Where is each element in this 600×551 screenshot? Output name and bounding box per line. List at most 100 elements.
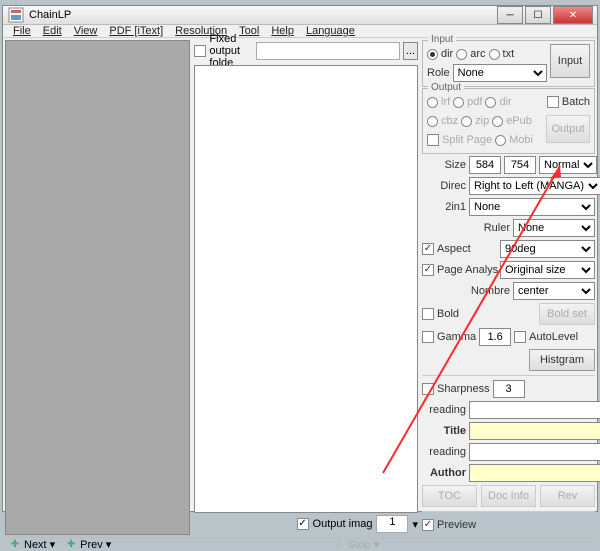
aspect-label: Aspect	[437, 243, 497, 255]
preview-checkbox[interactable]	[422, 519, 434, 531]
menu-file[interactable]: File	[13, 25, 31, 37]
direc-label: Direc	[422, 180, 466, 192]
histgram-button[interactable]: Histgram	[529, 349, 595, 371]
preview-pane[interactable]	[5, 40, 190, 535]
output-folder-input[interactable]	[256, 42, 400, 60]
split-page-checkbox	[427, 134, 439, 146]
size-mode-select[interactable]: Normal	[539, 156, 597, 174]
page-analys-select[interactable]: Original size	[500, 261, 595, 279]
out-zip-radio	[461, 116, 472, 127]
aspect-select[interactable]: 90deg	[500, 240, 595, 258]
input-group: Input dir arc txt Role None Input	[422, 40, 595, 87]
menu-edit[interactable]: Edit	[43, 25, 62, 37]
input-arc-radio[interactable]	[456, 49, 467, 60]
gamma-checkbox[interactable]	[422, 331, 434, 343]
stop-label: Stop	[348, 539, 371, 551]
sharpness-value[interactable]	[493, 380, 525, 398]
content-area: Fixed output folde ... Output imag 1 ▾ I…	[3, 38, 597, 537]
chevron-down-icon: ▾	[50, 538, 56, 551]
out-pdf-label: pdf	[467, 96, 482, 108]
page-analys-label: Page Analys	[437, 264, 497, 276]
output-image-checkbox[interactable]	[297, 518, 309, 530]
menubar: File Edit View PDF [iText] Resolution To…	[3, 25, 597, 38]
file-list[interactable]	[194, 65, 418, 513]
output-legend: Output	[428, 82, 464, 93]
next-nav[interactable]: ✚Next▾	[9, 538, 55, 551]
app-window: ChainLP ─ ☐ ✕ File Edit View PDF [iText]…	[2, 5, 598, 512]
reading1-input[interactable]	[469, 401, 600, 419]
autolevel-label: AutoLevel	[529, 331, 578, 343]
size-height[interactable]	[504, 156, 536, 174]
role-select[interactable]: None	[453, 64, 547, 82]
reading1-label: reading	[422, 404, 466, 416]
output-image-label: Output imag	[313, 518, 373, 530]
input-dir-radio[interactable]	[427, 49, 438, 60]
nombre-select[interactable]: center	[513, 282, 595, 300]
out-cbz-label: cbz	[441, 115, 458, 127]
gamma-label: Gamma	[437, 331, 476, 343]
ruler-label: Ruler	[466, 222, 510, 234]
batch-label: Batch	[562, 96, 590, 108]
fixed-output-label: Fixed output folde	[209, 33, 253, 69]
split-page-label: Split Page	[442, 134, 492, 146]
toc-button: TOC	[422, 485, 477, 507]
fixed-output-checkbox[interactable]	[194, 45, 206, 57]
menu-pdf[interactable]: PDF [iText]	[109, 25, 163, 37]
out-mobi-radio	[495, 135, 506, 146]
reading2-label: reading	[422, 446, 466, 458]
role-label: Role	[427, 67, 450, 79]
2in1-select[interactable]: None	[469, 198, 595, 216]
bold-set-button: Bold set	[539, 303, 595, 325]
author-input[interactable]	[469, 464, 600, 482]
out-epub-radio	[492, 116, 503, 127]
out-lrf-label: lrf	[441, 96, 450, 108]
stop-icon: ○	[333, 539, 345, 551]
close-button[interactable]: ✕	[553, 6, 593, 24]
out-epub-label: ePub	[506, 115, 532, 127]
chevron-down-icon[interactable]: ▾	[412, 518, 418, 531]
menu-view[interactable]: View	[74, 25, 98, 37]
out-lrf-radio	[427, 97, 438, 108]
input-legend: Input	[428, 34, 456, 45]
maximize-button[interactable]: ☐	[525, 6, 551, 24]
stop-nav: ○Stop▾	[333, 538, 379, 551]
menu-help[interactable]: Help	[271, 25, 294, 37]
next-label: Next	[24, 539, 47, 551]
bold-checkbox[interactable]	[422, 308, 434, 320]
menu-language[interactable]: Language	[306, 25, 355, 37]
input-arc-label: arc	[470, 48, 485, 60]
docinfo-button: Doc Info	[481, 485, 536, 507]
sharpness-checkbox[interactable]	[422, 383, 434, 395]
title-label: Title	[422, 425, 466, 437]
title-input[interactable]	[469, 422, 600, 440]
size-width[interactable]	[469, 156, 501, 174]
size-label: Size	[422, 159, 466, 171]
page-analys-checkbox[interactable]	[422, 264, 434, 276]
gamma-value[interactable]	[479, 328, 511, 346]
preview-label: Preview	[437, 519, 476, 531]
prev-plus-icon: ✚	[65, 539, 77, 551]
input-button[interactable]: Input	[550, 44, 590, 78]
direc-select[interactable]: Right to Left (MANGA)	[469, 177, 600, 195]
out-pdf-radio	[453, 97, 464, 108]
settings-pane: Input dir arc txt Role None Input Output	[422, 40, 595, 535]
browse-button[interactable]: ...	[403, 42, 418, 60]
minimize-button[interactable]: ─	[497, 6, 523, 24]
titlebar[interactable]: ChainLP ─ ☐ ✕	[3, 6, 597, 25]
out-dir-radio	[485, 97, 496, 108]
out-zip-label: zip	[475, 115, 489, 127]
input-dir-label: dir	[441, 48, 453, 60]
ruler-select[interactable]: None	[513, 219, 595, 237]
statusbar: ✚Next▾ ✚Prev▾ ○Stop▾	[3, 537, 597, 551]
window-title: ChainLP	[29, 9, 497, 21]
autolevel-checkbox[interactable]	[514, 331, 526, 343]
next-plus-icon: ✚	[9, 539, 21, 551]
sharpness-label: Sharpness	[437, 383, 490, 395]
prev-nav[interactable]: ✚Prev▾	[65, 538, 111, 551]
batch-checkbox[interactable]	[547, 96, 559, 108]
aspect-checkbox[interactable]	[422, 243, 434, 255]
output-image-value[interactable]: 1	[376, 515, 408, 533]
input-txt-radio[interactable]	[489, 49, 500, 60]
out-dir-label: dir	[499, 96, 511, 108]
reading2-input[interactable]	[469, 443, 600, 461]
